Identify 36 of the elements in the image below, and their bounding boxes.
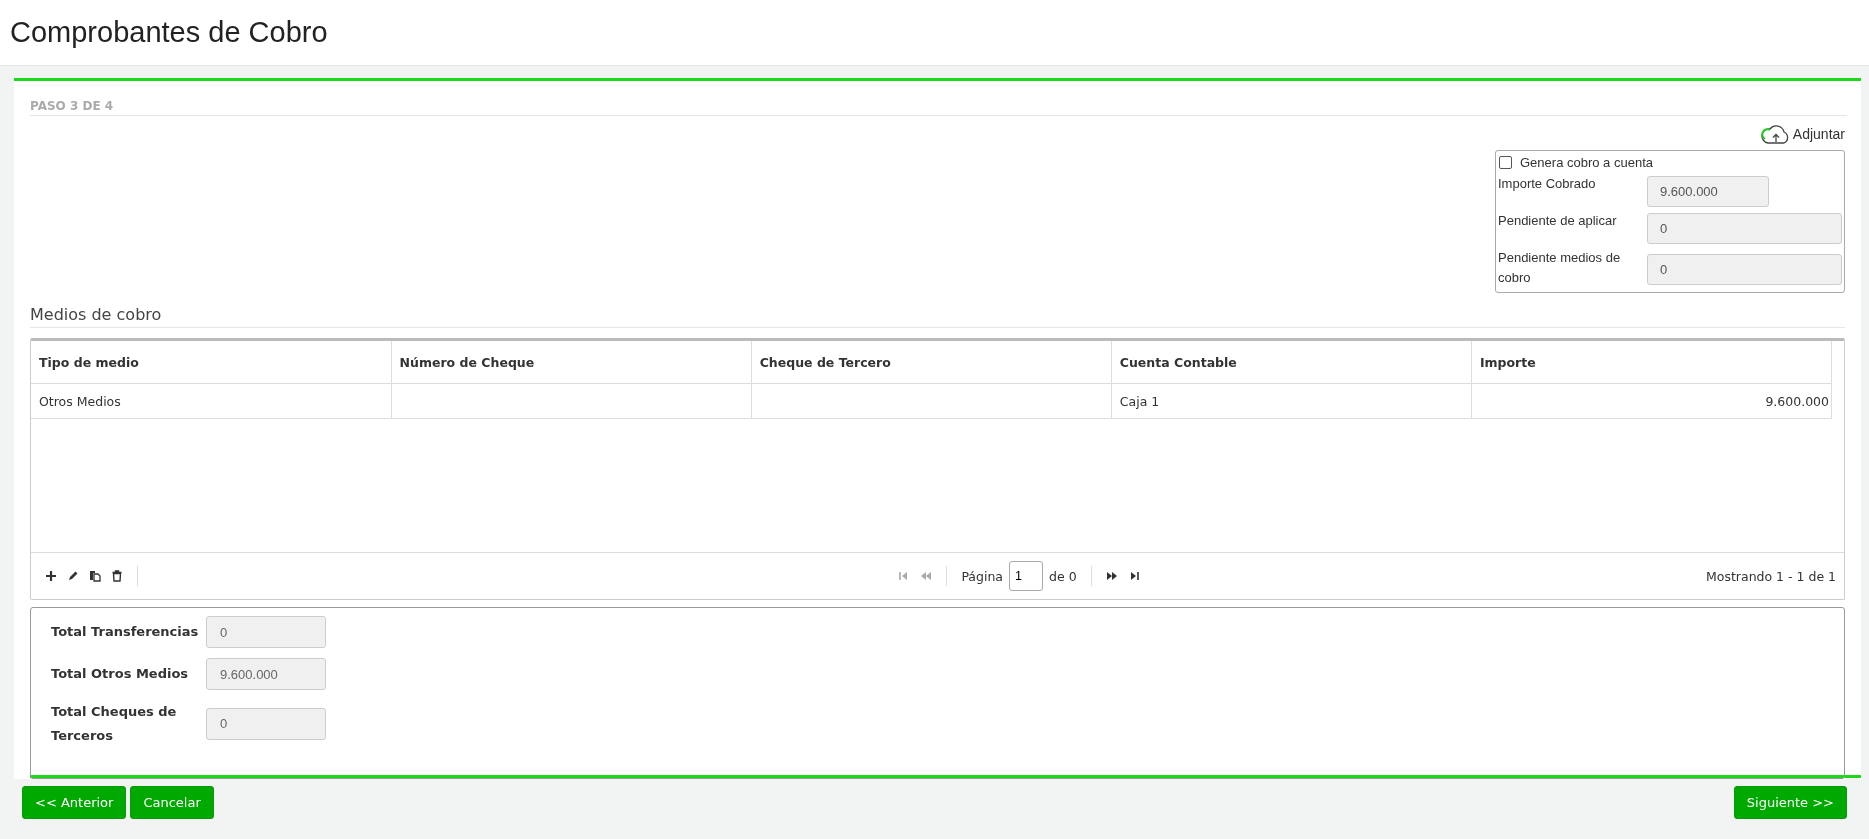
column-header[interactable]: Importe <box>1471 341 1832 384</box>
field-label: Pendiente medios de cobro <box>1498 249 1622 288</box>
page-title: Comprobantes de Cobro <box>10 16 328 49</box>
total-field[interactable]: 0 <box>206 616 326 649</box>
edit-icon[interactable] <box>67 570 79 583</box>
add-icon[interactable] <box>45 570 57 583</box>
attach-link[interactable]: Adjuntar <box>1760 123 1845 145</box>
total-label: Total Otros Medios <box>51 665 190 684</box>
total-label: Total Transferencias <box>51 623 200 642</box>
amount-field[interactable]: 9.600.000 <box>1647 176 1769 207</box>
record-count: Mostrando 1 - 1 de 1 <box>1706 568 1836 584</box>
column-header[interactable]: Número de Cheque <box>391 341 752 384</box>
checkbox[interactable] <box>1499 156 1512 169</box>
trash-icon[interactable] <box>111 570 123 583</box>
checkbox-label: Genera cobro a cuenta <box>1520 155 1653 170</box>
total-field[interactable]: 9.600.000 <box>206 658 326 691</box>
cloud-upload-icon <box>1760 123 1791 145</box>
section-title: Medios de cobro <box>30 293 1845 329</box>
copy-icon[interactable] <box>89 570 101 583</box>
total-field[interactable]: 0 <box>206 707 326 740</box>
field-label: Importe Cobrado <box>1498 175 1597 193</box>
amount-field[interactable]: 0 <box>1647 254 1842 285</box>
column-header[interactable]: Cuenta Contable <box>1111 341 1472 384</box>
column-header[interactable]: Cheque de Tercero <box>751 341 1112 384</box>
page-label: Página <box>961 568 1004 584</box>
field-label: Pendiente de aplicar <box>1498 212 1618 230</box>
amount-field[interactable]: 0 <box>1647 213 1842 244</box>
table-cell: 9.600.000 <box>1765 393 1829 409</box>
page-total: de 0 <box>1049 568 1077 584</box>
total-label: Total Cheques de Terceros <box>51 703 178 745</box>
step-label: PASO 3 DE 4 <box>30 81 1847 116</box>
column-header[interactable]: Tipo de medio <box>31 341 392 384</box>
page-field[interactable]: 1 <box>1009 561 1044 592</box>
table-cell: Caja 1 <box>1119 393 1160 409</box>
table-cell: Otros Medios <box>39 393 121 409</box>
next-page-icon[interactable] <box>1105 570 1118 583</box>
